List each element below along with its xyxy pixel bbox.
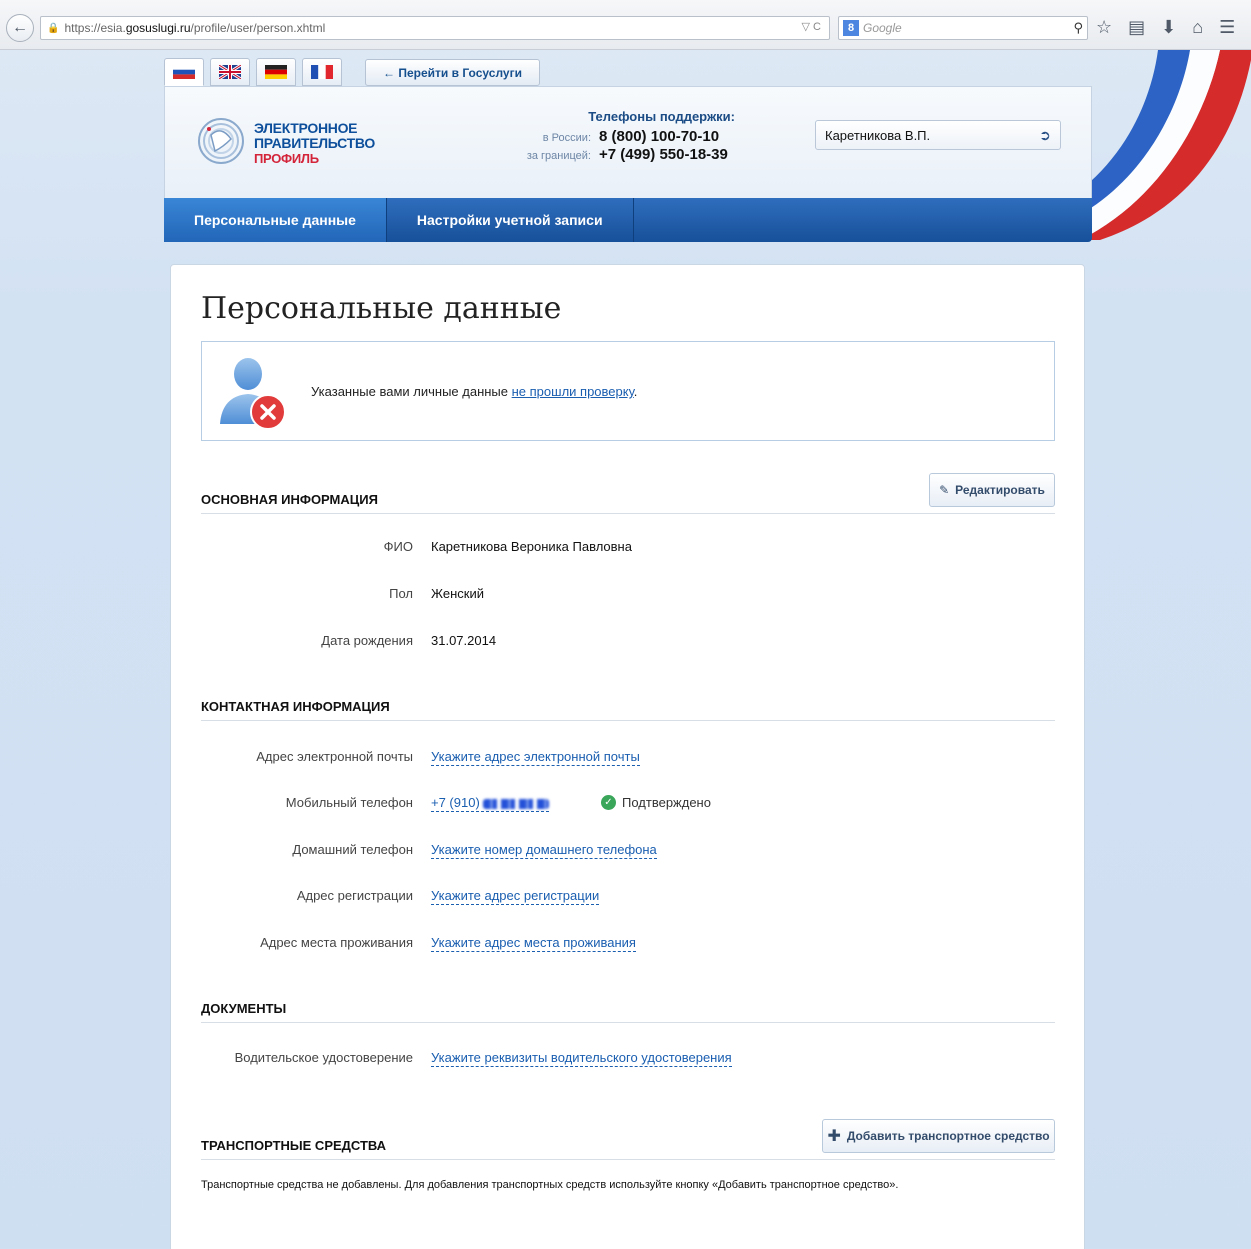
reload-icon[interactable]: ▽ C <box>802 20 821 33</box>
support-abroad-label: за границей: <box>526 150 591 162</box>
redacted-phone <box>483 798 550 809</box>
lang-de[interactable] <box>256 58 296 86</box>
lock-icon: 🔒 <box>47 22 60 34</box>
residence-address-link[interactable]: Укажите адрес места проживания <box>431 935 636 952</box>
field-residence-address: Адрес места проживания Укажите адрес мес… <box>201 935 1055 953</box>
logo-line-1: ЭЛЕКТРОННОЕ <box>254 120 358 136</box>
email-label: Адрес электронной почты <box>256 749 413 764</box>
browser-search-input[interactable]: 8 Google ⚲ <box>838 16 1088 40</box>
gender-value: Женский <box>431 586 484 601</box>
support-russia-label: в России: <box>542 132 591 144</box>
field-fio: ФИО Каретникова Вероника Павловна <box>201 539 1055 557</box>
logo-line-3: ПРОФИЛЬ <box>254 151 319 166</box>
personal-data-card: Персональные данные Указанные вами личны… <box>170 264 1085 1249</box>
lang-en[interactable] <box>210 58 250 86</box>
registration-address-label: Адрес регистрации <box>296 888 413 903</box>
fio-value: Каретникова Вероника Павловна <box>431 539 632 554</box>
residence-address-label: Адрес места проживания <box>260 935 413 950</box>
lang-fr[interactable] <box>302 58 342 86</box>
registration-address-link[interactable]: Укажите адрес регистрации <box>431 888 600 905</box>
download-icon[interactable]: ⬇ <box>1161 17 1176 38</box>
home-icon[interactable]: ⌂ <box>1192 17 1203 38</box>
browser-toolbar: ← 🔒 https://esia. gosuslugi.ru/profile/us… <box>0 0 1251 50</box>
section-basic-info: ОСНОВНАЯ ИНФОРМАЦИЯ <box>201 492 1055 514</box>
home-phone-label: Домашний телефон <box>292 842 413 857</box>
verified-label: Подтверждено <box>622 795 711 810</box>
field-registration-address: Адрес регистрации Укажите адрес регистра… <box>201 888 1055 906</box>
mobile-phone-link[interactable]: +7 (910) <box>431 795 550 812</box>
gender-label: Пол <box>389 586 413 601</box>
google-icon[interactable]: 8 <box>843 20 859 36</box>
address-bar[interactable]: 🔒 https://esia. gosuslugi.ru/profile/user… <box>40 16 830 40</box>
bookmark-star-icon[interactable]: ☆ <box>1096 17 1112 38</box>
verification-failed-link[interactable]: не прошли проверку <box>512 384 634 399</box>
logo-line-2: ПРАВИТЕЛЬСТВО <box>254 135 375 151</box>
tab-personal-data[interactable]: Персональные данные <box>164 198 387 242</box>
user-name: Каретникова В.П. <box>825 127 931 143</box>
france-flag-icon <box>311 65 333 79</box>
url-path: /profile/user/person.xhtml <box>190 21 326 35</box>
section-contact-info: КОНТАКТНАЯ ИНФОРМАЦИЯ <box>201 699 1055 721</box>
language-switcher <box>164 58 342 86</box>
drivers-license-label: Водительское удостоверение <box>234 1050 413 1065</box>
page-title: Персональные данные <box>201 291 562 326</box>
logout-icon[interactable]: ➲ <box>1036 126 1054 144</box>
logo-text: ЭЛЕКТРОННОЕ ПРАВИТЕЛЬСТВО ПРОФИЛЬ <box>254 120 375 167</box>
header-panel: ЭЛЕКТРОННОЕ ПРАВИТЕЛЬСТВО ПРОФИЛЬ Телефо… <box>164 86 1092 198</box>
warning-message: Указанные вами личные данные не прошли п… <box>311 384 637 399</box>
search-icon[interactable]: ⚲ <box>1073 20 1083 36</box>
reading-list-icon[interactable]: ▤ <box>1128 17 1145 38</box>
section-vehicles: ТРАНСПОРТНЫЕ СРЕДСТВА <box>201 1138 1055 1160</box>
germany-flag-icon <box>265 65 287 79</box>
main-nav: Персональные данные Настройки учетной за… <box>164 198 1092 242</box>
back-arrow-icon[interactable]: ← <box>6 14 34 42</box>
field-birthdate: Дата рождения 31.07.2014 <box>201 633 1055 651</box>
field-drivers-license: Водительское удостоверение Укажите рекви… <box>201 1050 1055 1068</box>
fio-label: ФИО <box>383 539 413 554</box>
birthdate-label: Дата рождения <box>321 633 413 648</box>
birthdate-value: 31.07.2014 <box>431 633 497 648</box>
menu-icon[interactable]: ☰ <box>1219 17 1235 38</box>
support-russia-phone: 8 (800) 100-70-10 <box>599 128 720 145</box>
support-abroad-phone: +7 (499) 550-18-39 <box>599 146 728 163</box>
field-home-phone: Домашний телефон Укажите номер домашнего… <box>201 842 1055 860</box>
field-email: Адрес электронной почты Укажите адрес эл… <box>201 749 1055 767</box>
lang-ru[interactable] <box>164 58 204 86</box>
url-host: gosuslugi.ru <box>125 21 191 35</box>
field-gender: Пол Женский <box>201 586 1055 604</box>
section-documents: ДОКУМЕНТЫ <box>201 1001 1055 1023</box>
home-phone-link[interactable]: Укажите номер домашнего телефона <box>431 842 657 859</box>
e-government-logo-icon <box>198 118 244 164</box>
tab-account-settings[interactable]: Настройки учетной записи <box>387 198 634 242</box>
russia-flag-icon <box>173 65 195 79</box>
support-phones: Телефоны поддержки: в России: 8 (800) 10… <box>505 109 745 163</box>
goto-gosuslugi-button[interactable]: ← Перейти в Госуслуги <box>365 59 540 86</box>
mobile-phone-prefix: +7 (910) <box>431 795 480 810</box>
drivers-license-link[interactable]: Укажите реквизиты водительского удостове… <box>431 1050 732 1067</box>
user-error-icon <box>220 358 286 430</box>
url-prefix: https://esia. <box>64 21 126 35</box>
email-link[interactable]: Укажите адрес электронной почты <box>431 749 640 766</box>
warning-text: Указанные вами личные данные <box>311 384 512 399</box>
mobile-label: Мобильный телефон <box>285 795 413 810</box>
uk-flag-icon <box>219 65 241 79</box>
browser-toolbar-icons: ☆ ▤ ⬇ ⌂ ☰ <box>1096 17 1235 38</box>
mobile-verified-status: ✓ Подтверждено <box>601 795 711 810</box>
support-title: Телефоны поддержки: <box>588 109 735 124</box>
field-mobile: Мобильный телефон +7 (910) ✓ Подтвержден… <box>201 795 1055 813</box>
warning-suffix: . <box>633 384 638 399</box>
search-placeholder: Google <box>863 21 902 35</box>
verification-warning: Указанные вами личные данные не прошли п… <box>201 341 1055 441</box>
check-circle-icon: ✓ <box>601 795 616 810</box>
user-menu[interactable]: Каретникова В.П. ➲ <box>815 120 1061 150</box>
vehicles-empty-note: Транспортные средства не добавлены. Для … <box>201 1179 899 1191</box>
